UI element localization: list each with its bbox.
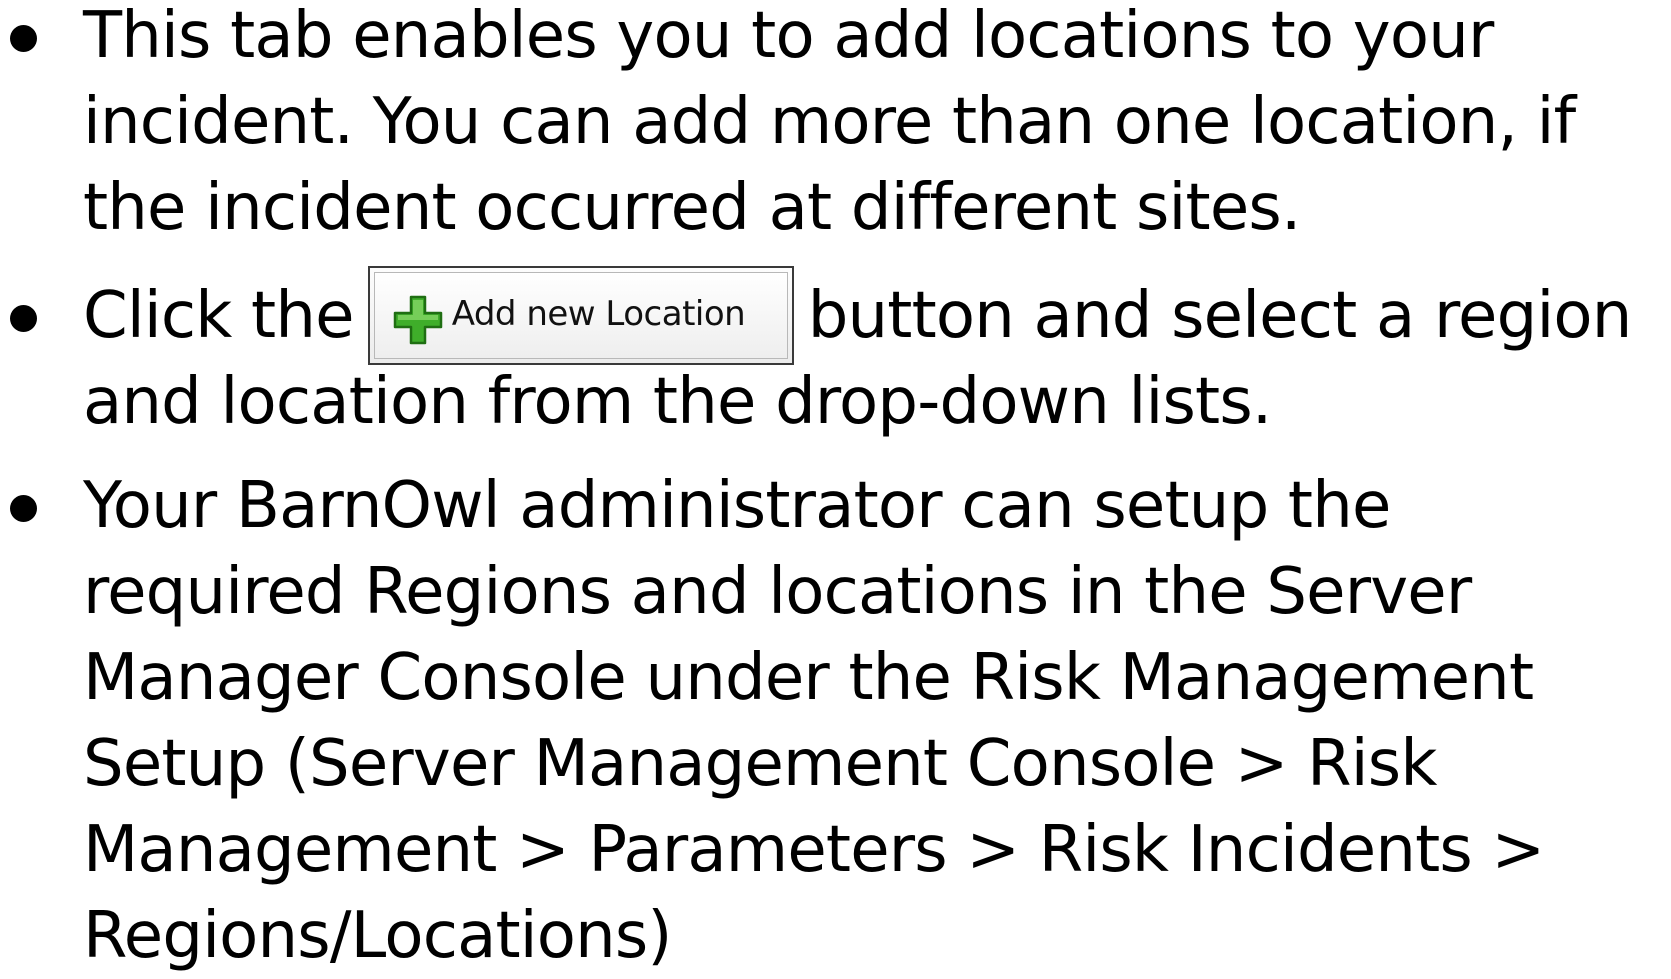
bullet-line: required Regions and locations in the Se…	[83, 555, 1472, 629]
bullet-text-before-button: Click the	[83, 279, 354, 353]
bullet-line: the incident occurred at different sites…	[83, 171, 1301, 245]
bullet-line: Click the Add new Location button and se…	[83, 266, 1658, 365]
slide: This tab enables you to add locations to…	[0, 0, 1671, 977]
bullet-text: This tab enables you to add locations to…	[83, 0, 1658, 251]
bullet-line: Regions/Locations)	[83, 899, 672, 973]
bullet-dot	[10, 25, 37, 52]
bullet-text-after-button: button and select a region	[807, 279, 1633, 353]
bullet-line: Setup (Server Management Console > Risk	[83, 727, 1437, 801]
bullet-line: incident. You can add more than one loca…	[83, 85, 1576, 159]
bullet-dot	[10, 305, 37, 332]
bullet-dot	[10, 495, 37, 522]
bullet-text: Your BarnOwl administrator can setup the…	[83, 463, 1658, 979]
bullet-line: and location from the drop-down lists.	[83, 365, 1272, 439]
bullet-line: Your BarnOwl administrator can setup the	[83, 469, 1391, 543]
bullet-line: This tab enables you to add locations to…	[83, 0, 1494, 73]
bullet-line: Manager Console under the Risk Managemen…	[83, 641, 1534, 715]
add-new-location-button[interactable]: Add new Location	[367, 266, 794, 365]
bullet-text: Click the Add new Location button and se…	[83, 266, 1658, 445]
bullet-line: Management > Parameters > Risk Incidents…	[83, 813, 1545, 887]
button-label: Add new Location	[451, 294, 746, 334]
green-plus-icon	[393, 295, 442, 345]
